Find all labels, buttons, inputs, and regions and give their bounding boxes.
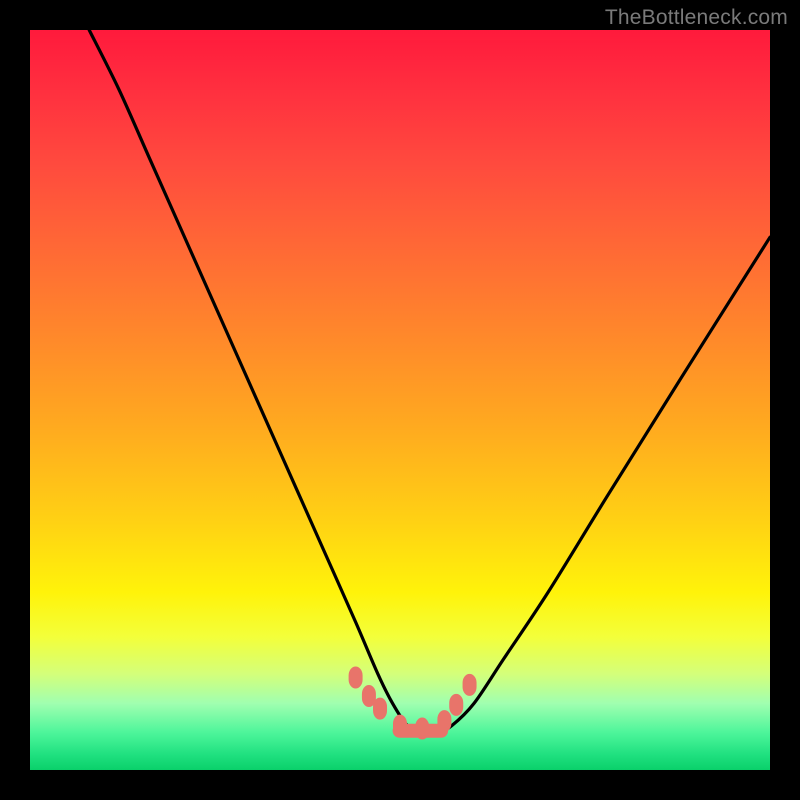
plot-area <box>30 30 770 770</box>
marker-dot <box>373 698 387 720</box>
watermark-text: TheBottleneck.com <box>605 6 788 30</box>
marker-dot <box>463 674 477 696</box>
bottom-pill <box>393 724 449 738</box>
bottleneck-curve <box>89 30 770 734</box>
chart-svg <box>30 30 770 770</box>
marker-dot <box>349 667 363 689</box>
marker-dot <box>449 694 463 716</box>
bottom-markers-group <box>349 667 477 740</box>
chart-frame: TheBottleneck.com <box>0 0 800 800</box>
